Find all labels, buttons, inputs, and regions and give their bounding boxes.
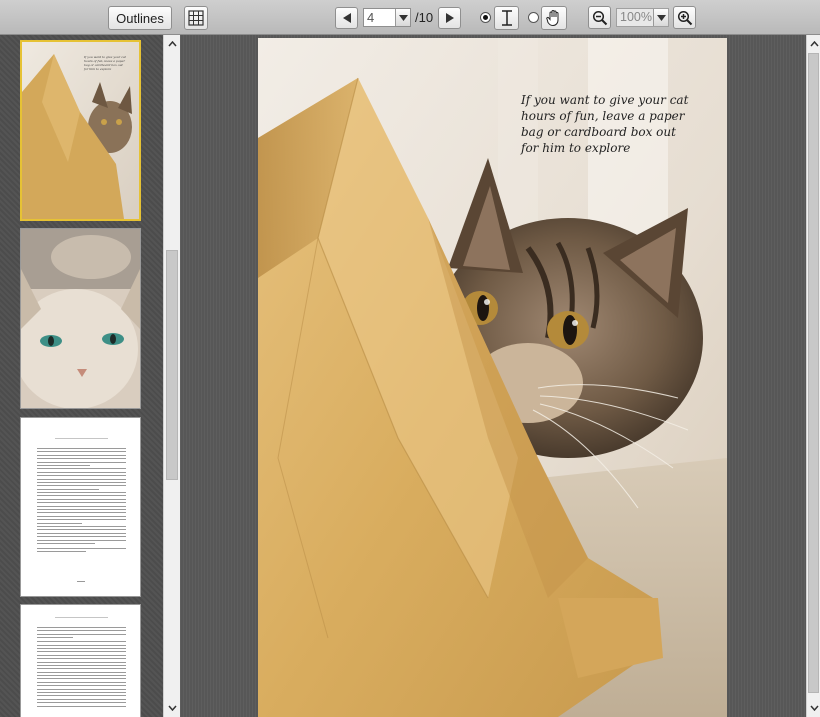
page-caption: If you want to give your cat hours of fu… [521, 93, 689, 155]
toolbar: Outlines 4 /10 100% [0, 0, 820, 35]
sidebar-scrollbar-thumb[interactable] [166, 250, 178, 480]
previous-page-button[interactable] [335, 7, 358, 29]
text-select-radio[interactable] [480, 12, 491, 23]
zoom-out-icon [592, 10, 607, 25]
thumbnail-page-3[interactable] [20, 417, 141, 597]
text-select-tool-button[interactable] [494, 6, 519, 30]
scroll-down-arrow-icon[interactable] [164, 700, 180, 716]
document-scrollbar[interactable] [806, 35, 820, 717]
hand-icon [546, 10, 559, 27]
page-total: /10 [415, 10, 434, 25]
thumbnail-grid-button[interactable] [184, 6, 208, 30]
document-page: If you want to give your cat hours of fu… [258, 38, 727, 717]
thumbnail-page-2[interactable] [20, 228, 141, 409]
zoom-dropdown-button[interactable] [653, 9, 668, 26]
scroll-up-arrow-icon[interactable] [164, 36, 180, 52]
thumbnail-grid-icon [188, 10, 204, 26]
chevron-down-icon [656, 14, 666, 21]
document-viewport[interactable]: If you want to give your cat hours of fu… [180, 35, 806, 717]
zoom-out-button[interactable] [588, 6, 611, 29]
outlines-button[interactable]: Outlines [108, 6, 172, 30]
chevron-down-icon [398, 14, 408, 21]
thumbnail-sidebar: If you want to give your cat hours of fu… [0, 35, 163, 717]
zoom-in-icon [677, 10, 692, 25]
thumbnail-page-4[interactable] [20, 604, 141, 717]
scroll-up-arrow-icon[interactable] [806, 36, 820, 52]
zoom-in-button[interactable] [673, 6, 696, 29]
scroll-down-arrow-icon[interactable] [806, 700, 820, 716]
triangle-left-icon [342, 13, 351, 23]
thumbnail-text-block [37, 627, 126, 709]
thumbnail-caption: If you want to give your cat hours of fu… [84, 55, 126, 71]
hand-tool-radio[interactable] [528, 12, 539, 23]
cat-face-thumbnail-image [21, 229, 140, 408]
hand-tool-button[interactable] [541, 6, 567, 30]
thumbnail-page-1[interactable]: If you want to give your cat hours of fu… [20, 40, 141, 221]
document-scrollbar-thumb[interactable] [808, 53, 819, 693]
page-dropdown-button[interactable] [395, 9, 410, 26]
text-cursor-icon [501, 10, 512, 26]
sidebar-scrollbar[interactable] [163, 35, 180, 717]
triangle-right-icon [445, 13, 454, 23]
next-page-button[interactable] [438, 7, 461, 29]
thumbnail-text-block [37, 448, 126, 555]
